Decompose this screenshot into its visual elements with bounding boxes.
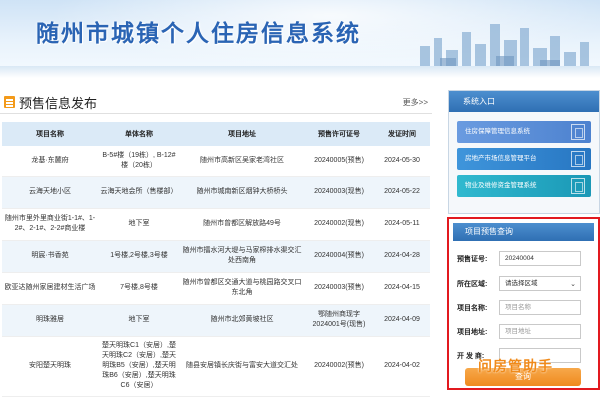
project-name-cell[interactable]: 明宸·书香苑	[2, 240, 98, 273]
project-name-cell[interactable]: 随州市里外里商业街1-1#、1-2#、2-1#、2-2#商业楼	[2, 208, 98, 241]
banner-ground	[0, 66, 600, 78]
issue-date-cell: 2024-04-02	[374, 336, 430, 397]
table-row[interactable]: 安阳楚天明珠 楚天明珠C1（安居）,楚天明珠C2（安居）,楚天明珠B5（安居）,…	[2, 336, 430, 397]
region-select[interactable]: 请选择区域 ⌄	[499, 276, 581, 291]
list-icon	[4, 96, 15, 108]
issue-date-cell: 2024-05-22	[374, 176, 430, 209]
region-label: 所在区域:	[457, 281, 488, 288]
property-maintenance-fund-button[interactable]: 物业及维修资金管理系统	[457, 175, 591, 197]
property-maintenance-fund-label: 物业及维修资金管理系统	[465, 182, 537, 189]
system-entry-panel: 系统入口 住房保障管理信息系统 房地产市场信息管理平台 物业及维修资金管理系统	[448, 90, 600, 214]
project-address-input[interactable]: 项目地址	[499, 324, 581, 339]
building-name-cell: 地下室	[98, 304, 180, 337]
building-name-cell: 云海天地会所（售楼部）	[98, 176, 180, 209]
permit-number-label: 预售证号:	[457, 256, 488, 263]
column-header-project-address: 项目地址	[180, 122, 304, 146]
project-name-label: 项目名称:	[457, 305, 488, 312]
housing-security-system-button[interactable]: 住房保障管理信息系统	[457, 121, 591, 143]
issue-date-cell: 2024-05-30	[374, 146, 430, 177]
real-estate-market-platform-button[interactable]: 房地产市场信息管理平台	[457, 148, 591, 170]
presale-section-header: 预售信息发布 更多>>	[0, 92, 432, 114]
project-address-cell: 随州市城南新区烟钟大桥桥头	[180, 176, 304, 209]
housing-security-system-label: 住房保障管理信息系统	[465, 128, 530, 135]
watermark-text: 问房管助手	[478, 358, 553, 374]
building-icon	[571, 151, 585, 167]
project-address-label: 项目地址:	[457, 329, 488, 336]
table-row[interactable]: 云海天地小区 云海天地会所（售楼部） 随州市城南新区烟钟大桥桥头 2024000…	[2, 176, 430, 209]
permit-number-cell: 20240003(预售)	[304, 272, 374, 305]
table-row[interactable]: 明宸·书香苑 1号楼,2号楼,3号楼 随州市擂水河大堤与马家榨排水渠交汇处西南角…	[2, 240, 430, 273]
building-name-cell: 楚天明珠C1（安居）,楚天明珠C2（安居）,楚天明珠B5（安居）,楚天明珠B6（…	[98, 336, 180, 397]
permit-number-cell: 20240005(预售)	[304, 146, 374, 177]
project-name-cell[interactable]: 云海天地小区	[2, 176, 98, 209]
header-banner: 随州市城镇个人住房信息系统	[0, 0, 600, 78]
house-icon	[571, 178, 585, 194]
presale-table: 项目名称 单体名称 项目地址 预售许可证号 发证时间 龙基·东麓府 B-5#楼（…	[2, 122, 430, 397]
permit-number-cell: 20240003(现售)	[304, 176, 374, 209]
region-select-value: 请选择区域	[505, 280, 538, 287]
project-name-cell[interactable]: 龙基·东麓府	[2, 146, 98, 177]
permit-number-cell: 20240002(现售)	[304, 208, 374, 241]
presale-query-title: 项目预售查询	[453, 223, 594, 241]
project-address-cell: 随州市擂水河大堤与马家榨排水渠交汇处西南角	[180, 240, 304, 273]
site-title: 随州市城镇个人住房信息系统	[36, 20, 361, 47]
permit-number-input[interactable]: 20240004	[499, 251, 581, 266]
issue-date-cell: 2024-04-15	[374, 272, 430, 305]
permit-number-cell: 20240004(预售)	[304, 240, 374, 273]
building-name-cell: 7号楼,8号楼	[98, 272, 180, 305]
project-address-cell: 随县安居镇长庆街与富安大道交汇处	[180, 336, 304, 397]
system-entry-title: 系统入口	[449, 91, 599, 112]
project-address-cell: 随州市曾都区解放路49号	[180, 208, 304, 241]
table-row[interactable]: 明珠雅居 地下室 随州市北郊黄坡社区 鄂随州商现字2024001号(现售) 20…	[2, 304, 430, 337]
issue-date-cell: 2024-04-28	[374, 240, 430, 273]
project-name-cell[interactable]: 安阳楚天明珠	[2, 336, 98, 397]
column-header-project-name: 项目名称	[2, 122, 98, 146]
real-estate-market-platform-label: 房地产市场信息管理平台	[465, 155, 537, 162]
table-header-row: 项目名称 单体名称 项目地址 预售许可证号 发证时间	[2, 122, 430, 146]
permit-number-cell: 20240002(预售)	[304, 336, 374, 397]
issue-date-cell: 2024-05-11	[374, 208, 430, 241]
table-row[interactable]: 龙基·东麓府 B-5#楼（19栋）, B-12#楼（20栋） 随州市高新区吴家老…	[2, 146, 430, 177]
issue-date-cell: 2024-04-09	[374, 304, 430, 337]
table-row[interactable]: 随州市里外里商业街1-1#、1-2#、2-1#、2-2#商业楼 地下室 随州市曾…	[2, 208, 430, 241]
chevron-down-icon: ⌄	[570, 281, 576, 288]
building-name-cell: 1号楼,2号楼,3号楼	[98, 240, 180, 273]
more-link[interactable]: 更多>>	[403, 97, 428, 108]
column-header-permit-number: 预售许可证号	[304, 122, 374, 146]
project-name-cell[interactable]: 明珠雅居	[2, 304, 98, 337]
project-address-cell: 随州市高新区吴家老湾社区	[180, 146, 304, 177]
column-header-building-name: 单体名称	[98, 122, 180, 146]
column-header-issue-date: 发证时间	[374, 122, 430, 146]
project-name-cell[interactable]: 欧亚达随州家居建材生活广场	[2, 272, 98, 305]
building-name-cell: B-5#楼（19栋）, B-12#楼（20栋）	[98, 146, 180, 177]
table-row[interactable]: 欧亚达随州家居建材生活广场 7号楼,8号楼 随州市曾都区交通大道与桃园路交叉口东…	[2, 272, 430, 305]
project-name-input[interactable]: 项目名称	[499, 300, 581, 315]
presale-section-title: 预售信息发布	[19, 96, 98, 111]
permit-number-cell: 鄂随州商现字2024001号(现售)	[304, 304, 374, 337]
building-icon	[571, 124, 585, 140]
project-address-cell: 随州市北郊黄坡社区	[180, 304, 304, 337]
building-name-cell: 地下室	[98, 208, 180, 241]
project-address-cell: 随州市曾都区交通大道与桃园路交叉口东北角	[180, 272, 304, 305]
